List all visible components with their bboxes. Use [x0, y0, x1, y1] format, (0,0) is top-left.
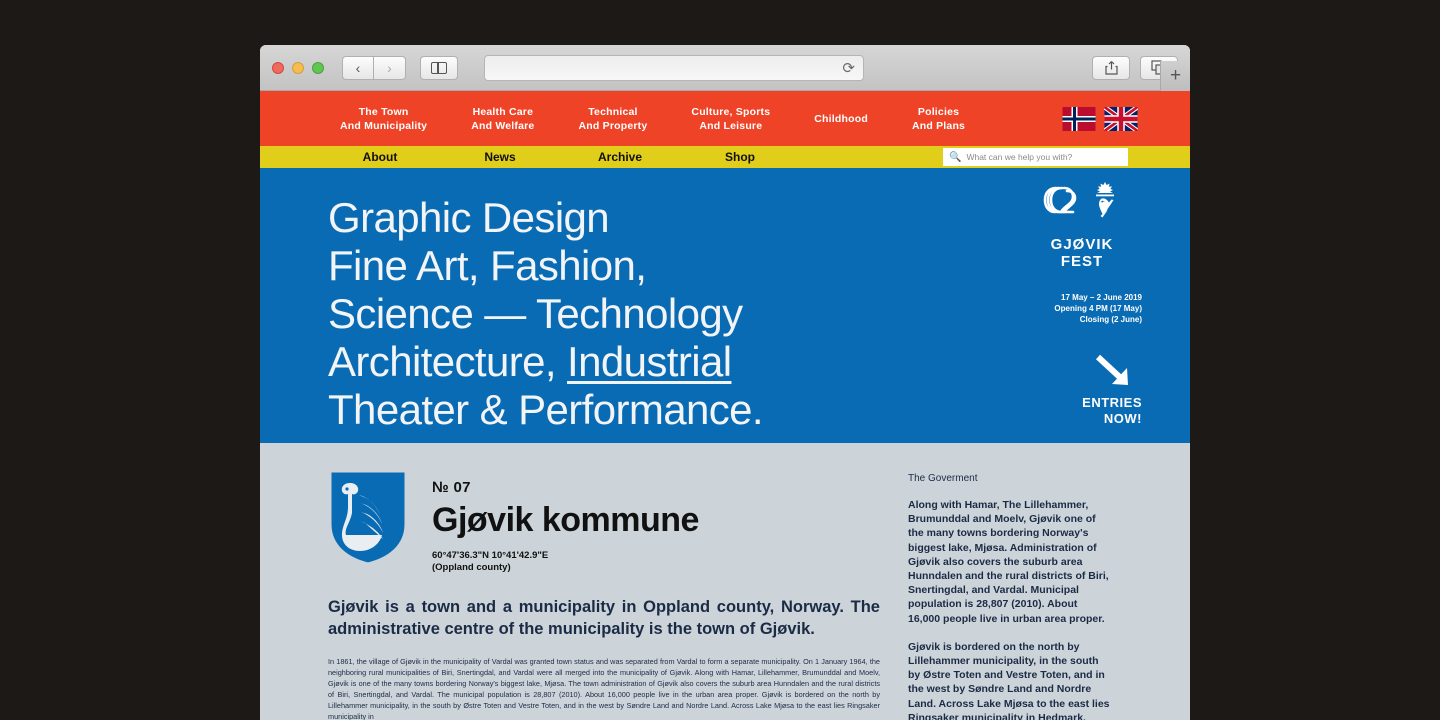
- top-nav-items: The Town And Municipality Health Care An…: [260, 105, 987, 133]
- hero-link-industrial[interactable]: Industrial: [567, 338, 732, 385]
- nav-label-line1: The Town: [358, 105, 409, 118]
- browser-toolbar: ‹ › ⟳ +: [260, 45, 1190, 91]
- festival-date-range: 17 May – 2 June 2019: [1061, 293, 1142, 302]
- subnav-item-shop[interactable]: Shop: [680, 150, 800, 164]
- festival-name: GJØVIK FEST: [1022, 236, 1142, 270]
- nav-label-line1: Policies: [917, 105, 960, 118]
- nav-item-health-care[interactable]: Health Care And Welfare: [449, 105, 556, 133]
- lede-paragraph: Gjøvik is a town and a municipality in O…: [328, 598, 880, 638]
- entries-cta-text: ENTRIES NOW!: [1022, 395, 1142, 427]
- municipality-title-block: № 07 Gjøvik kommune 60°47'36.3"N 10°41'4…: [432, 469, 699, 574]
- nav-item-culture-sports[interactable]: Culture, Sports And Leisure: [669, 105, 792, 133]
- nav-item-childhood[interactable]: Childhood: [792, 112, 890, 126]
- language-flags: [1062, 106, 1138, 131]
- issue-number: № 07: [432, 479, 471, 496]
- entries-line2: NOW!: [1103, 411, 1142, 426]
- chevron-right-icon: ›: [387, 59, 392, 76]
- nav-label-line1: Childhood: [814, 112, 868, 125]
- gjovik-coat-of-arms-icon: [328, 469, 408, 566]
- nav-label-line1: Health Care: [472, 105, 534, 118]
- forward-button[interactable]: ›: [374, 55, 406, 80]
- festival-closing: Closing (2 June): [1079, 315, 1142, 324]
- festival-panel: GJØVIK FEST 17 May – 2 June 2019 Opening…: [1022, 180, 1142, 427]
- minimize-window-button[interactable]: [292, 61, 304, 74]
- municipality-header: № 07 Gjøvik kommune 60°47'36.3"N 10°41'4…: [328, 469, 880, 574]
- new-tab-button[interactable]: +: [1160, 61, 1190, 91]
- county-label: (Oppland county): [432, 562, 511, 573]
- plus-icon: +: [1169, 65, 1182, 86]
- nav-label-line2: And Municipality: [340, 119, 428, 132]
- side-paragraph-1: Along with Hamar, The Lillehammer, Brumu…: [908, 499, 1109, 625]
- main-column: № 07 Gjøvik kommune 60°47'36.3"N 10°41'4…: [260, 469, 880, 720]
- sub-nav-items: About News Archive Shop: [260, 150, 800, 164]
- site-top-navigation: The Town And Municipality Health Care An…: [260, 91, 1190, 146]
- subnav-item-about[interactable]: About: [320, 150, 440, 164]
- festival-dates: 17 May – 2 June 2019 Opening 4 PM (17 Ma…: [1022, 292, 1142, 325]
- search-placeholder-text: What can we help you with?: [966, 152, 1073, 162]
- browser-window: ‹ › ⟳ + The Town And Municipality Health…: [260, 45, 1190, 720]
- nav-label-line2: And Leisure: [699, 119, 763, 132]
- festival-name-line2: FEST: [1060, 253, 1104, 270]
- nav-label-line1: Technical: [588, 105, 638, 118]
- nav-label-line1: Culture, Sports: [691, 105, 771, 118]
- flag-united-kingdom-icon[interactable]: [1104, 106, 1138, 131]
- nav-item-policies[interactable]: Policies And Plans: [890, 105, 987, 133]
- festival-opening: Opening 4 PM (17 May): [1054, 304, 1142, 313]
- site-search[interactable]: 🔍 What can we help you with?: [943, 148, 1128, 166]
- maximize-window-button[interactable]: [312, 61, 324, 74]
- side-heading: The Goverment: [908, 473, 978, 484]
- close-window-button[interactable]: [272, 61, 284, 74]
- hero-line-4-text: Architecture,: [328, 338, 568, 385]
- back-button[interactable]: ‹: [342, 55, 374, 80]
- share-button[interactable]: [1092, 55, 1130, 80]
- page-title: Gjøvik kommune: [432, 501, 699, 539]
- entries-cta[interactable]: ENTRIES NOW!: [1022, 353, 1142, 427]
- flag-norway-icon[interactable]: [1062, 106, 1096, 131]
- sidebar-icon: [431, 61, 447, 74]
- address-bar[interactable]: ⟳: [484, 54, 864, 81]
- body-paragraph: In 1861, the village of Gjøvik in the mu…: [328, 657, 880, 720]
- site-sub-navigation: About News Archive Shop 🔍 What can we he…: [260, 146, 1190, 168]
- nav-item-technical[interactable]: Technical And Property: [556, 105, 669, 133]
- nav-label-line2: And Property: [578, 119, 648, 132]
- festival-logos: [1022, 180, 1142, 222]
- festival-name-line1: GJØVIK: [1050, 236, 1114, 253]
- navigation-buttons: ‹ ›: [342, 55, 406, 80]
- search-icon: 🔍: [949, 151, 962, 163]
- coordinates-block: 60°47'36.3"N 10°41'42.9"E (Oppland count…: [432, 550, 699, 574]
- norway-coat-of-arms-icon: [1096, 182, 1114, 218]
- side-paragraph-2: Gjøvik is bordered on the north by Lille…: [908, 640, 1110, 720]
- share-icon: [1104, 60, 1118, 75]
- nav-item-the-town[interactable]: The Town And Municipality: [318, 105, 449, 133]
- hero-banner: Graphic Design Fine Art, Fashion, Scienc…: [260, 168, 1190, 443]
- window-traffic-lights: [272, 61, 324, 74]
- nav-label-line2: And Welfare: [471, 119, 535, 132]
- gjovik-fest-monogram-icon: [1043, 186, 1077, 214]
- coordinates: 60°47'36.3"N 10°41'42.9"E: [432, 550, 549, 561]
- subnav-item-archive[interactable]: Archive: [560, 150, 680, 164]
- sidebar-toggle-button[interactable]: [420, 55, 458, 80]
- side-column: The Goverment Along with Hamar, The Lill…: [880, 469, 1110, 720]
- entries-line1: ENTRIES: [1082, 395, 1142, 410]
- subnav-item-news[interactable]: News: [440, 150, 560, 164]
- reload-icon[interactable]: ⟳: [842, 59, 855, 77]
- chevron-left-icon: ‹: [355, 59, 361, 76]
- nav-label-line2: And Plans: [911, 119, 966, 132]
- page-content: № 07 Gjøvik kommune 60°47'36.3"N 10°41'4…: [260, 443, 1190, 720]
- arrow-down-right-icon: [1022, 353, 1142, 393]
